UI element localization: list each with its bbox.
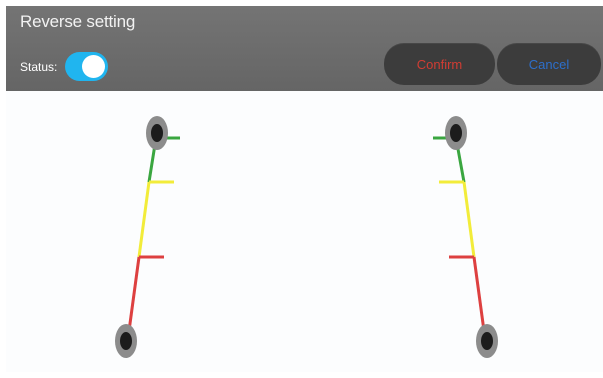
- guideline-svg: [115, 116, 498, 358]
- left-red-segment: [127, 256, 141, 332]
- left-top-handle[interactable]: [146, 116, 168, 150]
- reverse-setting-window: Reverse setting Status: Confirm Cancel: [6, 6, 603, 372]
- left-yellow-segment: [137, 181, 151, 258]
- right-yellow-segment: [462, 181, 476, 258]
- right-guideline: [433, 116, 498, 358]
- confirm-button[interactable]: Confirm: [384, 43, 495, 85]
- cancel-button[interactable]: Cancel: [497, 43, 601, 85]
- right-red-segment: [472, 256, 486, 332]
- status-label: Status:: [20, 60, 58, 74]
- guideline-canvas: [6, 91, 603, 372]
- left-guideline: [115, 116, 180, 358]
- status-toggle[interactable]: [65, 52, 108, 81]
- right-top-handle[interactable]: [445, 116, 467, 150]
- toggle-knob: [82, 55, 105, 78]
- right-bottom-handle[interactable]: [476, 324, 498, 358]
- page-title: Reverse setting: [20, 12, 136, 31]
- left-bottom-handle[interactable]: [115, 324, 137, 358]
- header-bar: Reverse setting Status: Confirm Cancel: [6, 6, 603, 91]
